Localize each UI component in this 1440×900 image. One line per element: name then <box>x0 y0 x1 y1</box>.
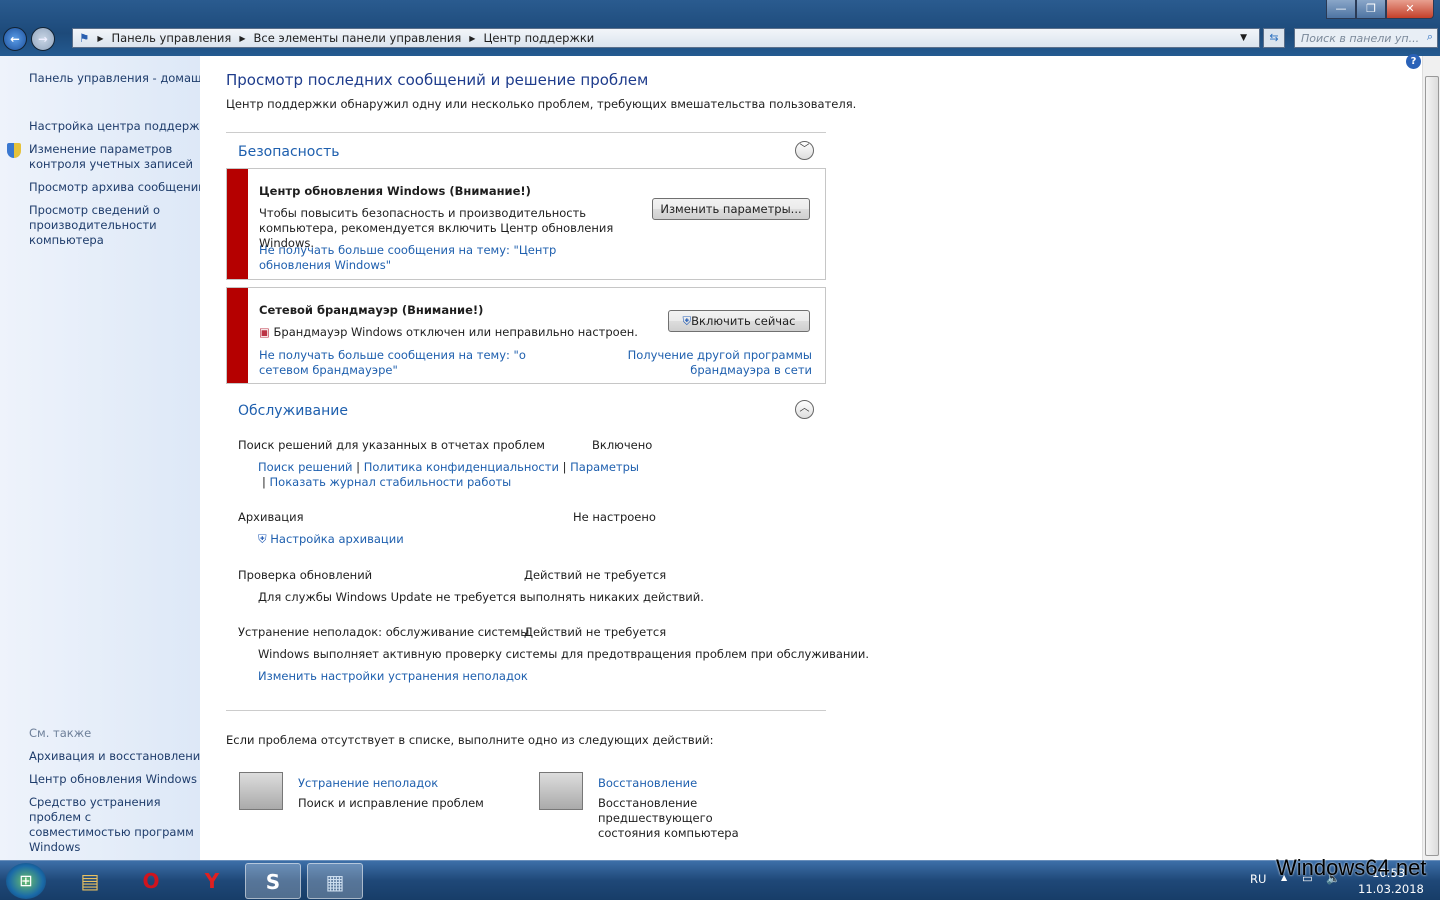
breadcrumb-all-items[interactable]: Все элементы панели управления <box>253 31 461 45</box>
troubleshoot-desc: Поиск и исправление проблем <box>298 796 484 810</box>
restore-link[interactable]: Восстановление <box>598 776 697 790</box>
updates-text: Для службы Windows Update не требуется в… <box>258 590 704 604</box>
sidebar-settings[interactable]: Настройка центра поддержки <box>29 119 214 134</box>
flag-icon: ⚑ <box>79 31 90 45</box>
yandex-taskbar-icon[interactable]: Y <box>184 863 240 899</box>
watermark: Windows64.net <box>1276 855 1427 880</box>
find-solutions-link[interactable]: Поиск решений <box>258 460 353 474</box>
troubleshoot-label: Устранение неполадок: обслуживание систе… <box>238 625 530 639</box>
backup-label: Архивация <box>238 510 304 524</box>
alert-windows-update: Центр обновления Windows (Внимание!) Что… <box>226 168 826 280</box>
search-icon[interactable]: ⌕ <box>1427 30 1433 44</box>
firewall-icon: ▣ <box>259 325 270 339</box>
dismiss-update-link[interactable]: Не получать больше сообщения на тему: "Ц… <box>259 243 559 273</box>
settings-link[interactable]: Параметры <box>570 460 639 474</box>
updates-label: Проверка обновлений <box>238 568 373 582</box>
sidebar-windows-update[interactable]: Центр обновления Windows <box>29 772 197 787</box>
problem-reports-status: Включено <box>592 438 653 452</box>
opera-taskbar-icon[interactable]: O <box>123 863 179 899</box>
sidebar-archive[interactable]: Просмотр архива сообщений <box>29 180 206 195</box>
troubleshoot-icon[interactable] <box>239 772 283 810</box>
problem-reports-label: Поиск решений для указанных в отчетах пр… <box>238 438 545 452</box>
shield-icon <box>7 143 21 158</box>
troubleshoot-status: Действий не требуется <box>524 625 667 639</box>
see-also-heading: См. также <box>29 726 92 740</box>
restore-desc: Восстановление предшествующего состояния… <box>598 796 739 840</box>
control-panel-taskbar-icon[interactable]: ▦ <box>307 863 363 899</box>
maximize-button[interactable]: ❐ <box>1356 0 1386 19</box>
security-heading[interactable]: Безопасность <box>238 144 339 160</box>
maintenance-heading[interactable]: Обслуживание <box>238 403 348 419</box>
page-subtitle: Центр поддержки обнаружил одну или неско… <box>226 97 857 111</box>
updates-status: Действий не требуется <box>524 568 667 582</box>
chevron-down-icon[interactable]: ﹀ <box>795 141 814 160</box>
clock-date[interactable]: 11.03.2018 <box>1358 882 1424 896</box>
refresh-button[interactable]: ⇆ <box>1263 28 1285 48</box>
change-settings-button[interactable]: Изменить параметры... <box>652 198 810 220</box>
restore-icon[interactable] <box>539 772 583 810</box>
back-button[interactable]: ← <box>3 27 27 51</box>
taskbar: ⊞ ▤ O Y S ▦ RU ▲ ▭ 🔈 10:53 11.03.2018 <box>0 860 1440 900</box>
reliability-link[interactable]: Показать журнал стабильности работы <box>270 475 512 489</box>
privacy-link[interactable]: Политика конфиденциальности <box>364 460 559 474</box>
search-input[interactable]: Поиск в панели уп... ⌕ <box>1294 28 1438 48</box>
alert-firewall: Сетевой брандмауэр (Внимание!) ▣ Брандма… <box>226 287 826 384</box>
troubleshoot-text: Windows выполняет активную проверку сист… <box>258 647 870 661</box>
shield-icon: ⛨ <box>258 532 267 546</box>
breadcrumb-action-center[interactable]: Центр поддержки <box>483 31 594 45</box>
footer-text: Если проблема отсутствует в списке, выпо… <box>226 733 714 747</box>
backup-status: Не настроено <box>573 510 656 524</box>
setup-backup-link[interactable]: Настройка архивации <box>270 532 403 546</box>
title-bar: — ❐ ✕ ← → ⚑ ▶ Панель управления ▶ Все элем… <box>0 0 1440 56</box>
help-icon[interactable]: ? <box>1406 54 1421 69</box>
troubleshoot-settings-link[interactable]: Изменить настройки устранения неполадок <box>258 669 528 683</box>
chevron-up-icon[interactable]: ︿ <box>795 400 814 419</box>
shield-icon: ⛨ <box>682 314 692 328</box>
dismiss-firewall-link[interactable]: Не получать больше сообщения на тему: "о… <box>259 348 579 378</box>
sidebar-uac[interactable]: Изменение параметров контроля учетных за… <box>29 142 194 172</box>
close-button[interactable]: ✕ <box>1386 0 1434 19</box>
minimize-button[interactable]: — <box>1326 0 1356 19</box>
forward-button[interactable]: → <box>31 27 55 51</box>
skype-taskbar-icon[interactable]: S <box>245 863 301 899</box>
explorer-taskbar-icon[interactable]: ▤ <box>62 863 118 899</box>
troubleshoot-link[interactable]: Устранение неполадок <box>298 776 438 790</box>
chevron-down-icon[interactable]: ▼ <box>1240 33 1247 43</box>
sidebar-compat[interactable]: Средство устранения проблем с совместимо… <box>29 795 194 855</box>
address-bar[interactable]: ⚑ ▶ Панель управления ▶ Все элементы панел… <box>72 28 1260 48</box>
enable-now-button[interactable]: ⛨Включить сейчас <box>668 310 810 332</box>
sidebar-backup[interactable]: Архивация и восстановление <box>29 749 207 764</box>
get-firewall-link[interactable]: Получение другой программы брандмауэра в… <box>627 348 812 378</box>
language-indicator[interactable]: RU <box>1250 872 1266 886</box>
page-title: Просмотр последних сообщений и решение п… <box>226 71 649 89</box>
breadcrumb-control-panel[interactable]: Панель управления <box>111 31 231 45</box>
scrollbar[interactable] <box>1422 56 1440 860</box>
start-button[interactable]: ⊞ <box>6 863 46 899</box>
sidebar-performance[interactable]: Просмотр сведений о производительности к… <box>29 203 164 248</box>
